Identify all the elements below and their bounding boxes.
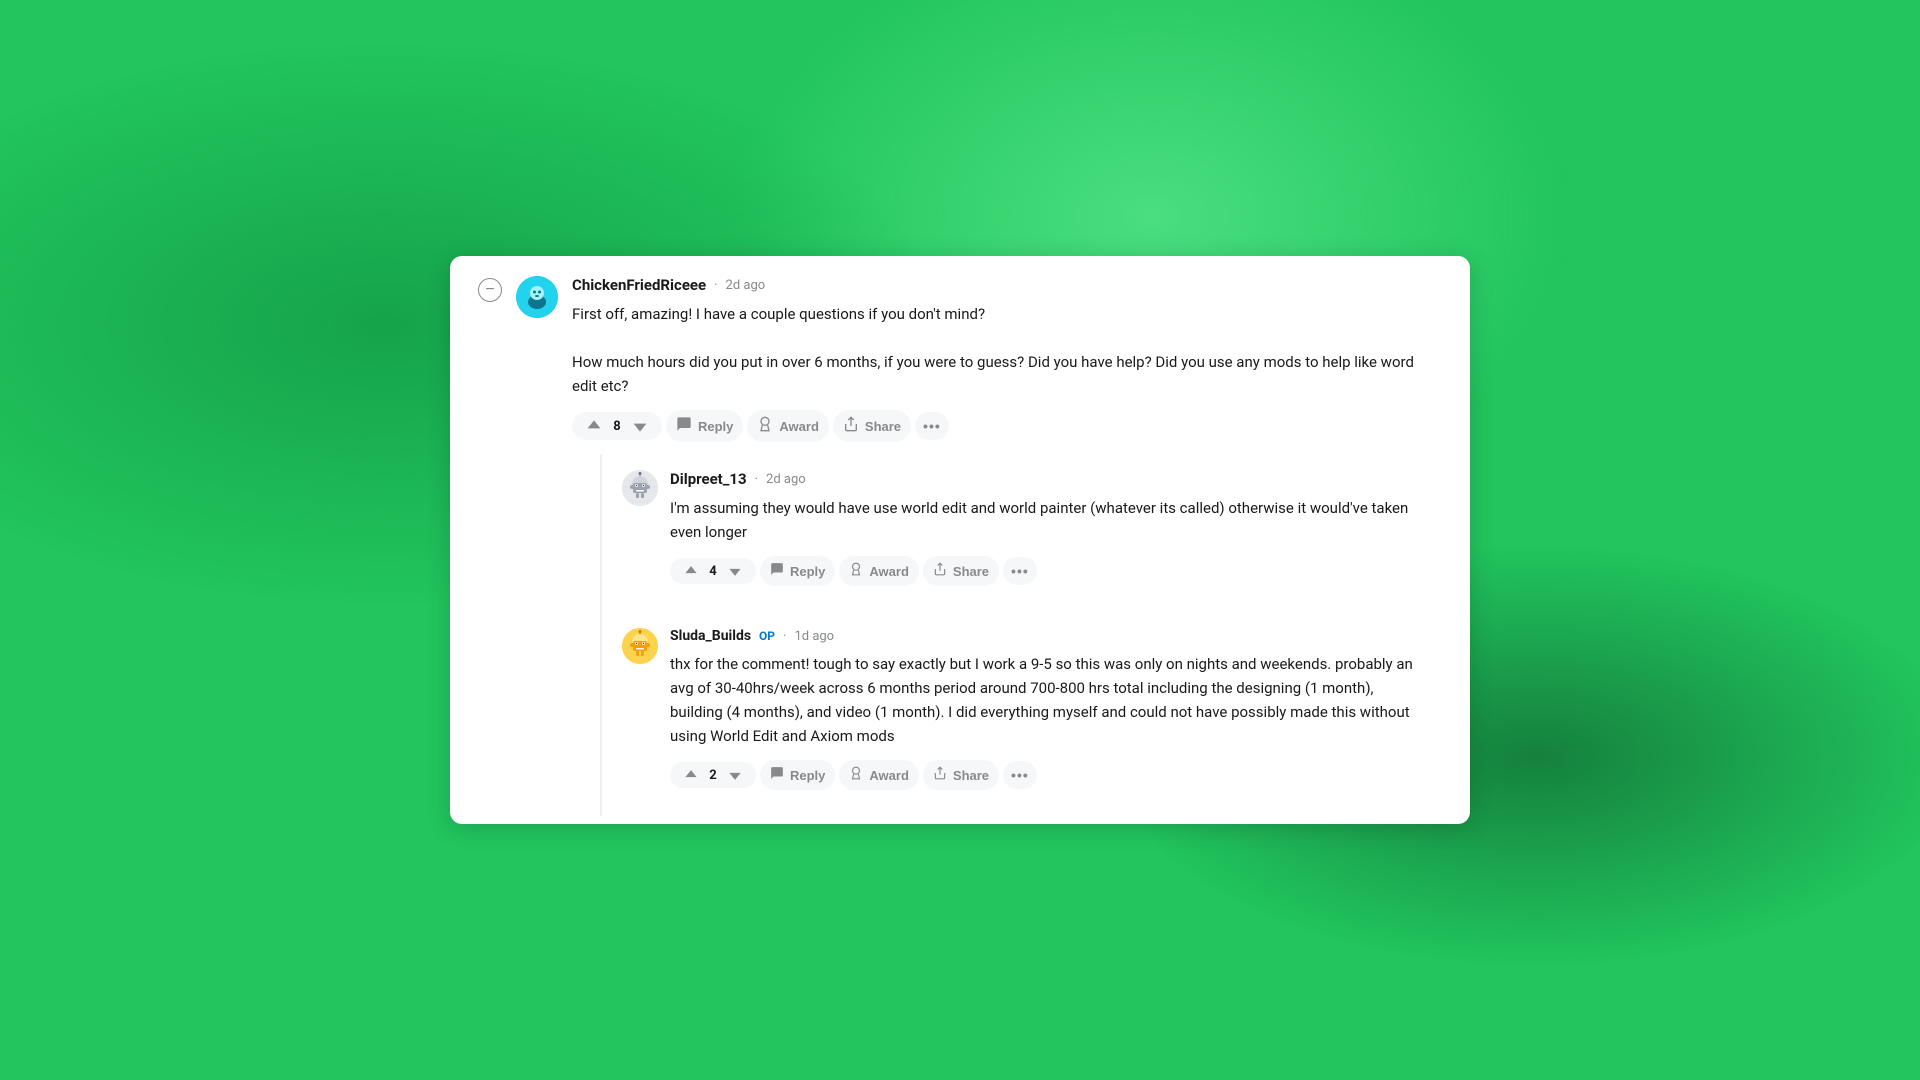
avatar-sluda	[622, 628, 658, 664]
reply-icon-1	[676, 416, 692, 436]
comment-chickenfridriceee: − ChickenFriedRiceee · 2d ago First off,…	[450, 256, 1470, 816]
reply-body-dilpreet: Dilpreet_13 · 2d ago I'm assuming they w…	[670, 470, 1414, 612]
award-button-1[interactable]: Award	[747, 410, 829, 442]
share-button-dilpreet[interactable]: Share	[923, 556, 999, 586]
more-icon-dilpreet: •••	[1011, 563, 1029, 579]
username-dilpreet[interactable]: Dilpreet_13	[670, 470, 747, 488]
award-button-sluda[interactable]: Award	[839, 760, 919, 790]
avatar-chickenfridriceee	[516, 276, 558, 318]
action-bar-sluda: 2	[670, 760, 1414, 804]
more-button-sluda[interactable]: •••	[1003, 761, 1037, 789]
reply-label-1: Reply	[698, 419, 733, 434]
award-label-sluda: Award	[869, 768, 909, 783]
reply-icon-dilpreet	[770, 562, 784, 580]
collapse-button[interactable]: −	[478, 278, 502, 302]
upvote-button-dilpreet[interactable]	[680, 562, 702, 580]
share-button-1[interactable]: Share	[833, 410, 911, 442]
share-icon-dilpreet	[933, 562, 947, 580]
award-label-1: Award	[779, 419, 819, 434]
downvote-button-dilpreet[interactable]	[724, 562, 746, 580]
vote-group-dilpreet: 4	[670, 558, 756, 584]
share-label-1: Share	[865, 419, 901, 434]
award-icon-1	[757, 416, 773, 436]
share-button-sluda[interactable]: Share	[923, 760, 999, 790]
share-label-dilpreet: Share	[953, 564, 989, 579]
vote-count-1: 8	[610, 419, 624, 434]
comment-body-chickenfridriceee: ChickenFriedRiceee · 2d ago First off, a…	[572, 276, 1442, 816]
award-label-dilpreet: Award	[869, 564, 909, 579]
upvote-button-1[interactable]	[582, 416, 606, 436]
reply-label-dilpreet: Reply	[790, 564, 825, 579]
reply-icon-sluda	[770, 766, 784, 784]
reply-button-dilpreet[interactable]: Reply	[760, 556, 835, 586]
upvote-button-sluda[interactable]	[680, 766, 702, 784]
reply-sluda: Sluda_Builds OP · 1d ago thx for the com…	[602, 612, 1442, 816]
more-icon-sluda: •••	[1011, 767, 1029, 783]
timestamp-sluda: 1d ago	[794, 629, 834, 644]
comment-text-sluda: thx for the comment! tough to say exactl…	[670, 652, 1414, 748]
comments-card: − ChickenFriedRiceee · 2d ago First off,…	[450, 256, 1470, 824]
timestamp-1: 2d ago	[726, 278, 766, 293]
timestamp-dilpreet: 2d ago	[766, 472, 806, 487]
action-bar-1: 8 Reply	[572, 410, 1442, 442]
replies-container: Dilpreet_13 · 2d ago I'm assuming they w…	[600, 454, 1442, 816]
award-icon-sluda	[849, 766, 863, 784]
vote-count-dilpreet: 4	[706, 564, 720, 579]
reply-button-1[interactable]: Reply	[666, 410, 743, 442]
username-sluda[interactable]: Sluda_Builds	[670, 628, 751, 644]
share-label-sluda: Share	[953, 768, 989, 783]
op-badge-sluda: OP	[759, 629, 775, 643]
vote-group-1: 8	[572, 412, 662, 440]
comment-text-1: First off, amazing! I have a couple ques…	[572, 302, 1442, 398]
reply-label-sluda: Reply	[790, 768, 825, 783]
reply-dilpreet: Dilpreet_13 · 2d ago I'm assuming they w…	[602, 454, 1442, 612]
avatar-dilpreet	[622, 470, 658, 506]
more-icon-1: •••	[923, 418, 941, 434]
comment-text-dilpreet: I'm assuming they would have use world e…	[670, 496, 1414, 544]
downvote-button-1[interactable]	[628, 416, 652, 436]
more-button-1[interactable]: •••	[915, 412, 949, 440]
award-icon-dilpreet	[849, 562, 863, 580]
downvote-button-sluda[interactable]	[724, 766, 746, 784]
share-icon-1	[843, 416, 859, 436]
action-bar-dilpreet: 4	[670, 556, 1414, 600]
share-icon-sluda	[933, 766, 947, 784]
comment-header-sluda: Sluda_Builds OP · 1d ago	[670, 628, 1414, 644]
username-chickenfridriceee[interactable]: ChickenFriedRiceee	[572, 276, 706, 294]
reply-button-sluda[interactable]: Reply	[760, 760, 835, 790]
comment-header-dilpreet: Dilpreet_13 · 2d ago	[670, 470, 1414, 488]
vote-count-sluda: 2	[706, 768, 720, 783]
vote-group-sluda: 2	[670, 762, 756, 788]
award-button-dilpreet[interactable]: Award	[839, 556, 919, 586]
comment-header-1: ChickenFriedRiceee · 2d ago	[572, 276, 1442, 294]
collapse-icon: −	[485, 281, 494, 299]
more-button-dilpreet[interactable]: •••	[1003, 557, 1037, 585]
reply-body-sluda: Sluda_Builds OP · 1d ago thx for the com…	[670, 628, 1414, 816]
